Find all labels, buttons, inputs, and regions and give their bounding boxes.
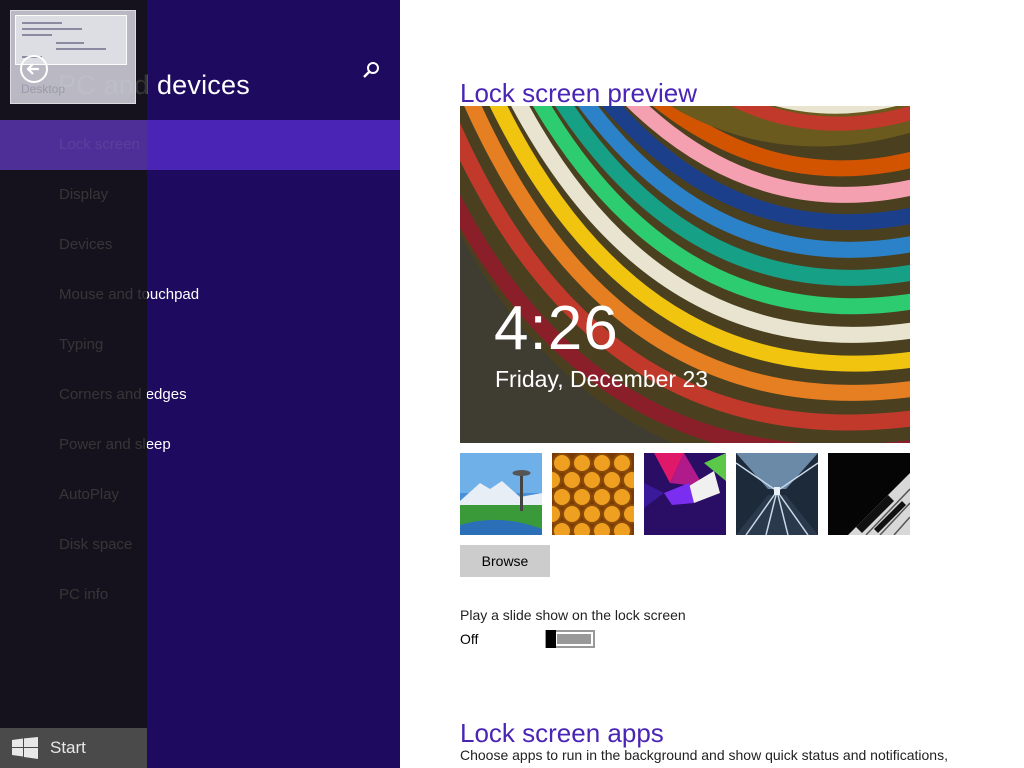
slideshow-label: Play a slide show on the lock screen bbox=[460, 607, 686, 623]
settings-content: Lock screen preview 4:26 Friday, Decembe… bbox=[460, 0, 1020, 768]
lock-screen-preview-image: 4:26 Friday, December 23 bbox=[460, 106, 910, 443]
start-label: Start bbox=[50, 738, 86, 757]
switcher-selected-strip bbox=[0, 120, 147, 170]
background-thumbnail-seattle[interactable] bbox=[460, 453, 542, 535]
slideshow-toggle[interactable] bbox=[545, 630, 595, 648]
lock-screen-apps-title: Lock screen apps bbox=[460, 717, 664, 748]
back-arrow-icon bbox=[26, 63, 39, 75]
lock-screen-time: 4:26 bbox=[494, 294, 619, 363]
slideshow-toggle-state: Off bbox=[460, 631, 479, 647]
background-thumbnail-honeycomb[interactable] bbox=[552, 453, 634, 535]
toggle-track bbox=[557, 634, 591, 644]
browse-button[interactable]: Browse bbox=[460, 545, 550, 577]
desktop-label: Desktop bbox=[21, 82, 66, 96]
toggle-knob bbox=[546, 630, 556, 648]
windows-logo-icon bbox=[12, 737, 38, 759]
search-button[interactable] bbox=[360, 60, 382, 82]
back-button[interactable] bbox=[20, 55, 48, 83]
lock-screen-date: Friday, December 23 bbox=[495, 366, 709, 392]
background-thumbnail-piano[interactable] bbox=[828, 453, 910, 535]
lock-screen-apps-description: Choose apps to run in the background and… bbox=[460, 747, 948, 763]
lock-screen-preview-title: Lock screen preview bbox=[460, 77, 697, 108]
search-icon bbox=[363, 62, 379, 78]
background-thumbnails bbox=[460, 453, 920, 535]
background-thumbnail-abstract[interactable] bbox=[644, 453, 726, 535]
start-button[interactable]: Start bbox=[0, 728, 147, 768]
app-switcher: Desktop Start bbox=[0, 0, 147, 768]
background-thumbnail-tunnel[interactable] bbox=[736, 453, 818, 535]
